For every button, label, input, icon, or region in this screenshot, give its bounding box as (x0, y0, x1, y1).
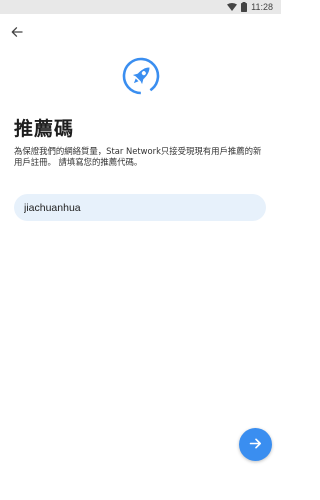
page-description: 為保證我們的網絡質量，Star Network只接受現現有用戶推薦的新用戶註冊。… (14, 146, 262, 167)
status-time: 11:28 (251, 2, 273, 12)
arrow-left-icon (11, 23, 23, 42)
battery-icon (241, 2, 248, 12)
rocket-icon (121, 56, 161, 96)
arrow-right-icon (249, 435, 262, 454)
referral-code-input[interactable] (14, 194, 266, 221)
status-indicators: 11:28 (227, 0, 273, 14)
wifi-icon (227, 3, 238, 11)
back-button[interactable] (8, 23, 26, 41)
next-button[interactable] (239, 428, 272, 461)
status-bar: 11:28 (0, 0, 281, 14)
page-title: 推薦碼 (14, 118, 75, 140)
